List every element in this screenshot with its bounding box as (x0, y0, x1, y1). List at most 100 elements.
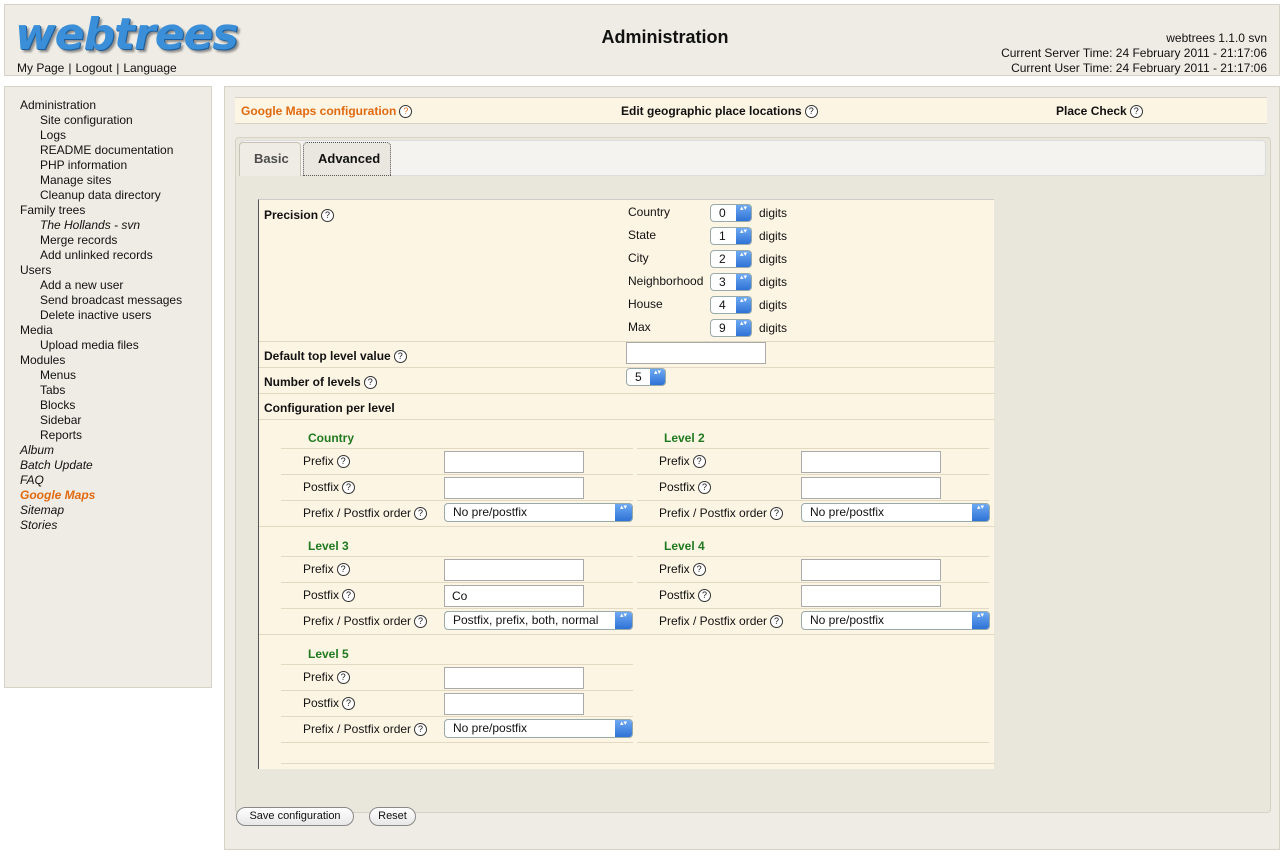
sidebar-item-add-user[interactable]: Add a new user (20, 278, 211, 293)
my-page-link[interactable]: My Page (17, 61, 64, 75)
user-time: Current User Time: 24 February 2011 - 21… (1011, 61, 1267, 75)
default-top-level-input[interactable] (626, 342, 766, 364)
help-icon[interactable]: ? (342, 697, 356, 711)
help-icon[interactable]: ? (414, 507, 428, 521)
level4-order-select[interactable]: No pre/postfix ▴▾ (801, 611, 990, 630)
sidebar-item-tabs[interactable]: Tabs (20, 383, 211, 398)
help-icon[interactable]: ? (336, 563, 350, 577)
webtrees-logo[interactable]: webtrees (15, 9, 239, 61)
sidebar-item-logs[interactable]: Logs (20, 128, 211, 143)
sidebar-item-album[interactable]: Album (20, 443, 211, 458)
sidebar-item-add-unlinked[interactable]: Add unlinked records (20, 248, 211, 263)
help-icon[interactable]: ? (414, 615, 428, 629)
version-text: webtrees 1.1.0 svn (1166, 31, 1267, 45)
level5-prefix-input[interactable] (444, 667, 584, 689)
country-prefix-input[interactable] (444, 451, 584, 473)
tab-advanced[interactable]: Advanced (303, 142, 391, 176)
sidebar-item-blocks[interactable]: Blocks (20, 398, 211, 413)
precision-country-label: Country (628, 205, 671, 219)
level3-prefix-input[interactable] (444, 559, 584, 581)
sidebar-item-cleanup[interactable]: Cleanup data directory (20, 188, 211, 203)
place-check-link[interactable]: Place Check? (1056, 104, 1143, 119)
precision-country-spinner[interactable]: 0 ▴▾ (710, 204, 752, 222)
level-title-country: Country (308, 431, 354, 445)
help-icon[interactable]: ? (363, 376, 377, 390)
help-icon[interactable]: ? (393, 350, 407, 364)
level3-order-select[interactable]: Postfix, prefix, both, normal ▴▾ (444, 611, 633, 630)
sidebar-item-broadcast[interactable]: Send broadcast messages (20, 293, 211, 308)
help-icon[interactable]: ? (342, 589, 356, 603)
sidebar-item-google-maps[interactable]: Google Maps (20, 488, 211, 503)
precision-max-spinner[interactable]: 9 ▴▾ (710, 319, 752, 337)
precision-neighborhood-spinner[interactable]: 3 ▴▾ (710, 273, 752, 291)
level5-order-select[interactable]: No pre/postfix ▴▾ (444, 719, 633, 738)
help-icon[interactable]: ? (336, 455, 350, 469)
digits-label: digits (759, 206, 788, 220)
level4-postfix-input[interactable] (801, 585, 941, 607)
sidebar-item-site-configuration[interactable]: Site configuration (20, 113, 211, 128)
gm-config-link[interactable]: Google Maps configuration? (241, 104, 413, 119)
country-postfix-input[interactable] (444, 477, 584, 499)
select-arrows-icon: ▴▾ (615, 504, 632, 521)
country-order-select[interactable]: No pre/postfix ▴▾ (444, 503, 633, 522)
help-icon[interactable]: ? (692, 455, 706, 469)
help-icon[interactable]: ? (692, 563, 706, 577)
help-icon[interactable]: ? (321, 209, 335, 223)
help-icon[interactable]: ? (399, 105, 413, 119)
sidebar-item-upload-media[interactable]: Upload media files (20, 338, 211, 353)
sidebar-item-manage-sites[interactable]: Manage sites (20, 173, 211, 188)
level2-postfix-input[interactable] (801, 477, 941, 499)
sidebar-item-merge-records[interactable]: Merge records (20, 233, 211, 248)
number-of-levels-spinner[interactable]: 5 ▴▾ (626, 368, 666, 386)
logout-link[interactable]: Logout (75, 61, 112, 75)
sidebar-item-php-info[interactable]: PHP information (20, 158, 211, 173)
postfix-label: Postfix? (659, 588, 712, 603)
sidebar-item-reports[interactable]: Reports (20, 428, 211, 443)
save-configuration-button[interactable]: Save configuration (236, 807, 354, 826)
level-title-level-5: Level 5 (308, 647, 349, 661)
edit-places-link[interactable]: Edit geographic place locations? (621, 104, 818, 119)
sidebar-item-stories[interactable]: Stories (20, 518, 211, 533)
tab-basic[interactable]: Basic (239, 142, 301, 176)
sidebar-item-sitemap[interactable]: Sitemap (20, 503, 211, 518)
sidebar-item-media[interactable]: Media (20, 323, 211, 338)
number-of-levels-label: Number of levels? (264, 375, 377, 390)
select-arrows-icon: ▴▾ (615, 612, 632, 629)
sidebar-item-batch-update[interactable]: Batch Update (20, 458, 211, 473)
help-icon[interactable]: ? (770, 615, 784, 629)
sidebar-item-administration[interactable]: Administration (20, 98, 211, 113)
level5-postfix-input[interactable] (444, 693, 584, 715)
help-icon[interactable]: ? (698, 589, 712, 603)
sidebar-item-faq[interactable]: FAQ (20, 473, 211, 488)
precision-max-label: Max (628, 320, 651, 334)
sidebar-item-users[interactable]: Users (20, 263, 211, 278)
digits-label: digits (759, 252, 788, 266)
help-icon[interactable]: ? (1129, 105, 1143, 119)
select-arrows-icon: ▴▾ (972, 612, 989, 629)
sidebar-item-modules[interactable]: Modules (20, 353, 211, 368)
level3-postfix-input[interactable]: Co (444, 585, 584, 607)
sidebar-item-hollands[interactable]: The Hollands - svn (20, 218, 211, 233)
sidebar-item-family-trees[interactable]: Family trees (20, 203, 211, 218)
reset-button[interactable]: Reset (369, 807, 416, 826)
sidebar-item-sidebar[interactable]: Sidebar (20, 413, 211, 428)
help-icon[interactable]: ? (698, 481, 712, 495)
precision-house-spinner[interactable]: 4 ▴▾ (710, 296, 752, 314)
precision-state-spinner[interactable]: 1 ▴▾ (710, 227, 752, 245)
tab-strip (240, 140, 1266, 176)
help-icon[interactable]: ? (342, 481, 356, 495)
level2-prefix-input[interactable] (801, 451, 941, 473)
help-icon[interactable]: ? (414, 723, 428, 737)
admin-sidebar: Administration Site configuration Logs R… (4, 86, 212, 688)
level2-order-select[interactable]: No pre/postfix ▴▾ (801, 503, 990, 522)
precision-city-spinner[interactable]: 2 ▴▾ (710, 250, 752, 268)
prefix-label: Prefix? (303, 670, 350, 685)
help-icon[interactable]: ? (770, 507, 784, 521)
help-icon[interactable]: ? (804, 105, 818, 119)
sidebar-item-readme[interactable]: README documentation (20, 143, 211, 158)
sidebar-item-delete-inactive[interactable]: Delete inactive users (20, 308, 211, 323)
level4-prefix-input[interactable] (801, 559, 941, 581)
language-link[interactable]: Language (123, 61, 176, 75)
sidebar-item-menus[interactable]: Menus (20, 368, 211, 383)
help-icon[interactable]: ? (336, 671, 350, 685)
